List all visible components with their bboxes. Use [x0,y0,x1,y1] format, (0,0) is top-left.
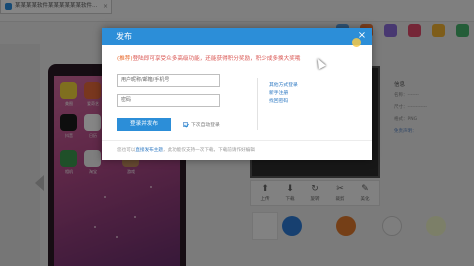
vertical-divider [257,78,258,130]
dialog-header: 发布 × [102,28,372,45]
auto-login-label: 下次自动登录 [191,123,220,128]
hover-highlight [352,38,361,47]
register-link[interactable]: 新手注册 [269,90,298,98]
forgot-password-link[interactable]: 找回密码 [269,98,298,106]
auto-login-checkbox[interactable]: 下次自动登录 [183,121,220,128]
direct-publish-link[interactable]: 直接发布主题 [135,148,163,153]
footer-divider [102,140,372,141]
notice-tag: (推荐) [117,56,133,62]
dialog-title: 发布 [116,32,132,41]
password-input[interactable]: 密码 [117,94,220,107]
footer-note: 您也可以直接发布主题，此功能仅支持一次下载，下载前请作好编辑 [117,147,255,153]
username-input[interactable]: 用户昵称/邮箱/手机号 [117,74,220,87]
footer-suffix: ，此功能仅支持一次下载，下载前请作好编辑 [162,148,255,153]
side-links: 其他方式登录 新手注册 找回密码 [269,82,298,106]
footer-prefix: 您也可以 [117,148,136,153]
publish-dialog: 发布 × (推荐)登陆即可享受众多高级功能，还能获得积分奖励，积少成多换大奖哦 … [102,28,372,160]
notice-text: 登陆即可享受众多高级功能，还能获得积分奖励，积少成多换大奖哦 [132,56,301,62]
checkbox-checked-icon[interactable] [183,122,188,127]
login-and-publish-button[interactable]: 登录并发布 [117,118,171,131]
other-login-link[interactable]: 其他方式登录 [269,82,298,90]
